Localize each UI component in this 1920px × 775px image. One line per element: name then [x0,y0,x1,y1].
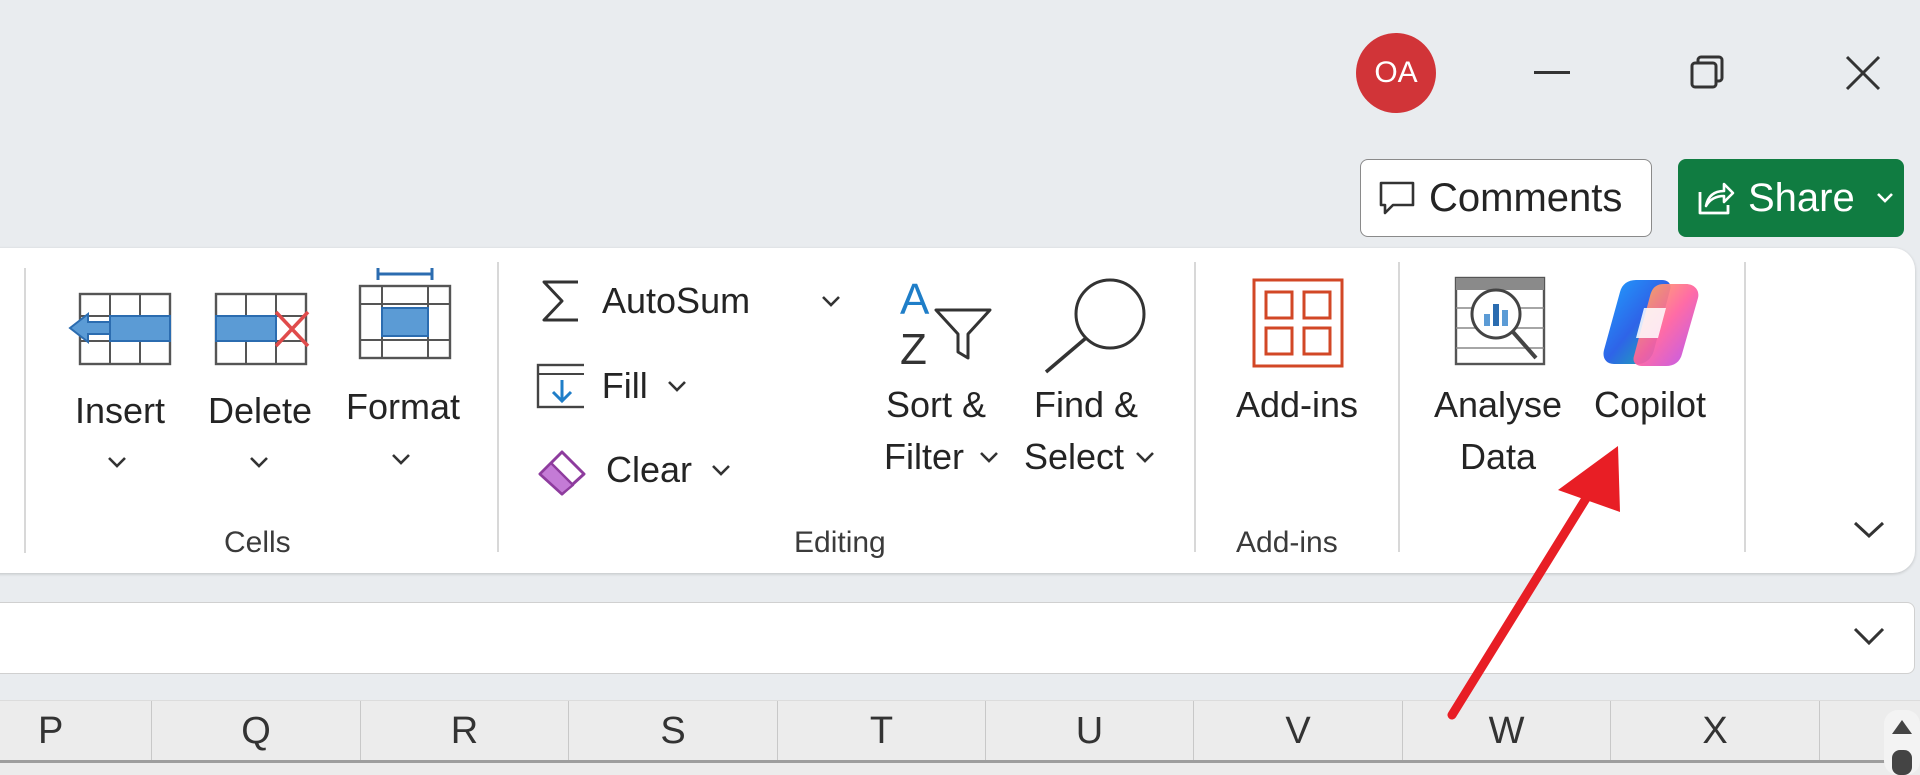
format-chevron-down-icon[interactable] [390,452,412,466]
group-label-cells: Cells [224,526,291,559]
clear-button[interactable]: Clear [536,440,736,500]
add-ins-button[interactable]: Add-ins [1224,272,1370,442]
grid-line [0,760,1890,763]
autosum-label: AutoSum [602,280,751,321]
close-button[interactable] [1828,40,1898,106]
close-icon [1845,55,1881,91]
column-header-u[interactable]: U [986,701,1194,761]
add-ins-grid-icon [1252,278,1344,368]
fill-label: Fill [601,365,648,406]
comments-label: Comments [1429,175,1623,220]
column-header-s[interactable]: S [569,701,778,761]
delete-cells-icon [214,292,310,366]
column-header-t[interactable]: T [778,701,986,761]
format-button[interactable]: Format [338,266,468,466]
group-label-editing: Editing [794,526,886,559]
insert-chevron-down-icon[interactable] [106,455,128,469]
sigma-icon [542,280,578,322]
sort-filter-chevron-down-icon[interactable] [978,450,1000,464]
copilot-button[interactable]: Copilot [1580,272,1720,442]
analyse-label-line1: Analyse [1433,384,1563,425]
clear-chevron-down-icon [712,465,730,476]
user-avatar[interactable]: OA [1356,33,1436,113]
share-button[interactable]: Share [1678,159,1904,237]
add-ins-label: Add-ins [1235,384,1359,425]
delete-label: Delete [207,390,313,431]
find-label-line2: Select [1024,436,1125,477]
ribbon-separator [1744,262,1746,552]
fill-down-icon [536,363,584,409]
insert-label: Insert [74,390,166,431]
magnifier-icon [1044,278,1146,374]
svg-text:Z: Z [900,325,927,374]
ribbon-collapse-chevron-down-icon[interactable] [1852,520,1886,540]
ribbon-separator [497,262,499,552]
share-label: Share [1748,175,1855,220]
autosum-chevron-down-icon[interactable] [820,294,842,308]
sort-filter-icon: A Z [900,278,992,374]
share-chevron-down-icon [1876,193,1893,203]
svg-text:A: A [900,278,930,324]
comment-icon [1379,181,1415,215]
sort-label-line1: Sort & [886,384,987,425]
minimize-icon [1534,71,1570,74]
annotation-arrow [1447,446,1620,720]
column-header-v[interactable]: V [1194,701,1403,761]
format-label: Format [345,386,460,427]
find-select-chevron-down-icon[interactable] [1134,450,1156,464]
format-cells-icon [358,268,452,360]
find-label-line1: Find & [1034,384,1139,425]
ribbon-separator [24,268,26,553]
minimize-button[interactable] [1517,40,1587,106]
delete-chevron-down-icon[interactable] [248,455,270,469]
scroll-up-icon[interactable] [1880,710,1920,775]
comments-button[interactable]: Comments [1360,159,1652,237]
ribbon-separator [1194,262,1196,552]
restore-icon [1690,55,1724,89]
column-header-p[interactable]: P [0,701,152,761]
delete-button[interactable]: Delete [200,278,320,478]
clear-label: Clear [606,449,693,490]
group-label-add-ins: Add-ins [1236,526,1338,559]
fill-button[interactable]: Fill [536,356,686,416]
eraser-icon [538,450,586,496]
ribbon-separator [1398,262,1400,552]
share-icon [1698,182,1735,215]
fill-chevron-down-icon [667,381,686,392]
column-header-q[interactable]: Q [152,701,361,761]
insert-cells-icon [68,292,172,366]
insert-button[interactable]: Insert [60,278,180,478]
restore-button[interactable] [1672,40,1742,106]
sort-label-line2: Filter [884,436,964,477]
analyse-data-icon [1454,276,1546,366]
autosum-button[interactable]: AutoSum [538,270,838,332]
copilot-label: Copilot [1593,384,1707,425]
copilot-icon [1603,280,1699,366]
formula-bar-expand-chevron-down-icon[interactable] [1852,626,1886,648]
column-header-r[interactable]: R [361,701,569,761]
